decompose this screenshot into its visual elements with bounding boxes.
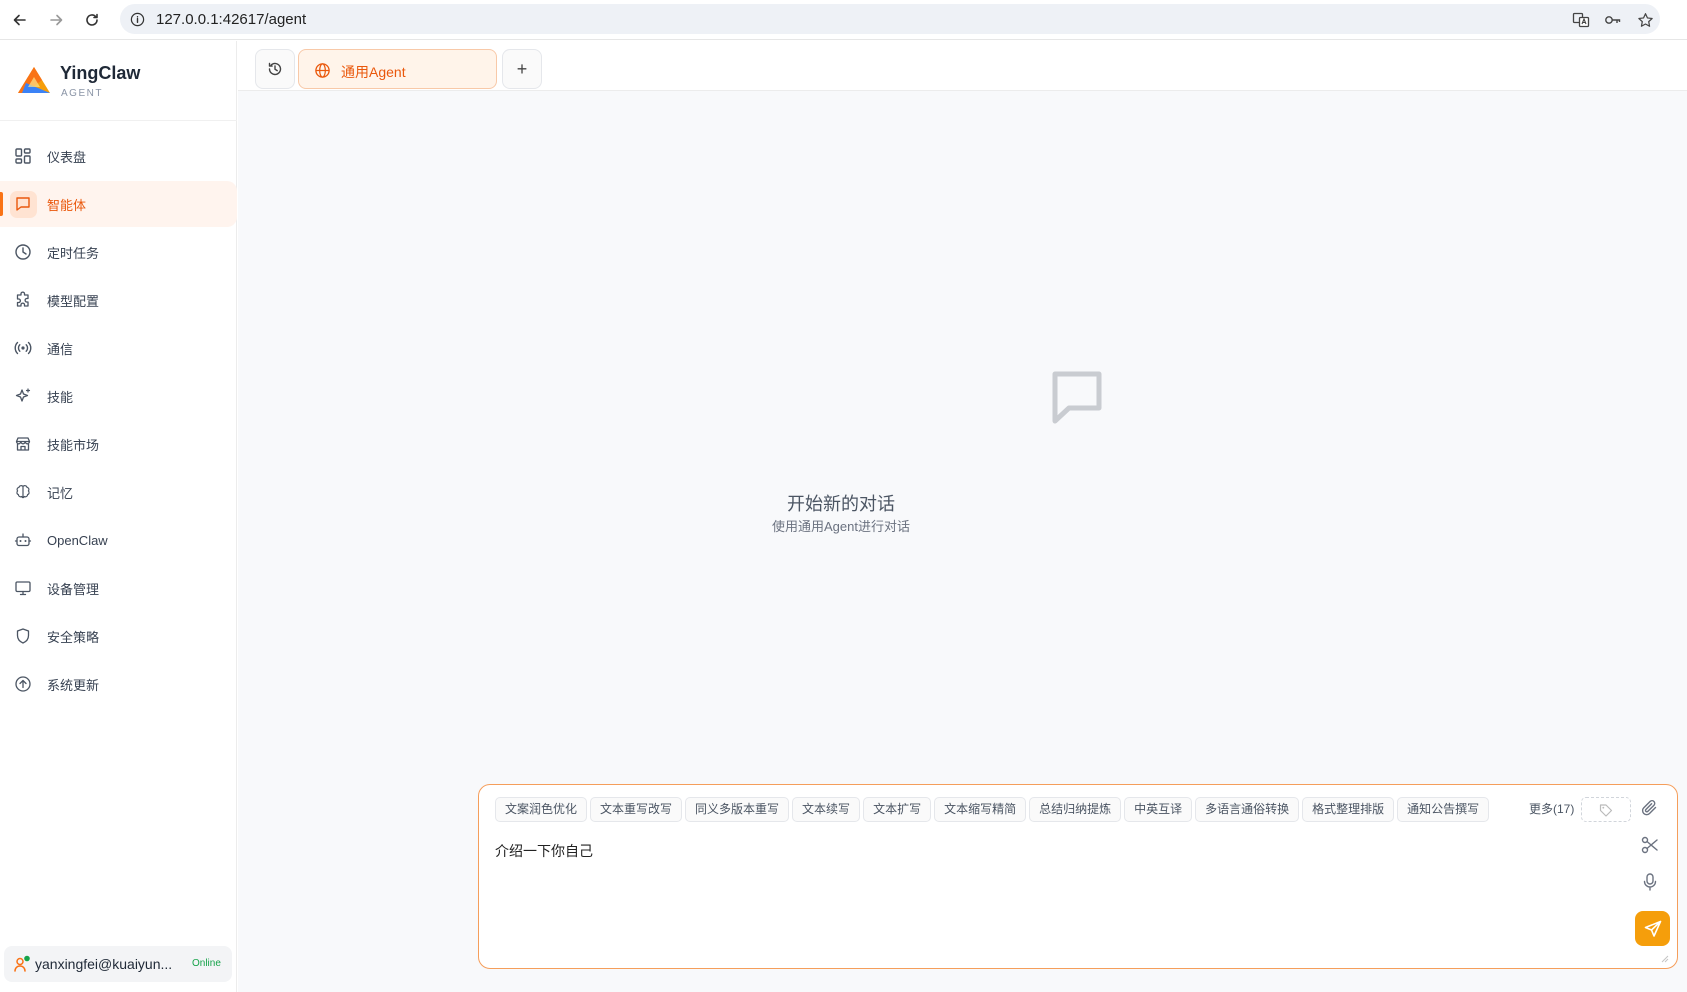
message-input[interactable]: 介绍一下你自己 xyxy=(495,841,593,861)
prompt-chip[interactable]: 总结归纳提炼 xyxy=(1029,797,1122,822)
prompt-chip[interactable]: 文本扩写 xyxy=(863,797,932,822)
brand-subtitle: AGENT xyxy=(61,88,103,99)
sidebar-item-scheduled-tasks[interactable]: 定时任务 xyxy=(0,229,237,275)
sidebar-item-label: 通信 xyxy=(47,341,74,357)
clock-icon xyxy=(13,242,33,262)
status-badge: Online xyxy=(192,958,221,969)
dashboard-icon xyxy=(13,146,33,166)
forward-button[interactable] xyxy=(44,8,68,32)
reload-icon xyxy=(86,13,98,26)
prompt-chip[interactable]: 文本续写 xyxy=(792,797,861,822)
tab-general-agent[interactable]: 通用Agent xyxy=(298,49,497,89)
sidebar-item-skills[interactable]: 技能 xyxy=(0,373,237,419)
chat-icon xyxy=(13,194,33,214)
arrow-right-icon xyxy=(50,14,63,26)
translate-icon[interactable] xyxy=(1572,11,1590,29)
sidebar-item-label: 仪表盘 xyxy=(47,149,87,165)
sidebar-item-label: 模型配置 xyxy=(47,293,100,309)
sidebar-item-label: 技能市场 xyxy=(47,437,100,453)
bookmark-star-icon[interactable] xyxy=(1636,11,1654,29)
url-text[interactable]: 127.0.0.1:42617/agent xyxy=(156,11,306,28)
sidebar-item-system-update[interactable]: 系统更新 xyxy=(0,661,237,707)
prompt-chip[interactable]: 格式整理排版 xyxy=(1302,797,1395,822)
sparkle-icon xyxy=(13,386,33,406)
tag-icon xyxy=(1599,803,1613,817)
user-online-icon xyxy=(14,955,30,972)
sidebar-item-dashboard[interactable]: 仪表盘 xyxy=(0,133,237,179)
attach-button[interactable] xyxy=(1639,797,1661,819)
send-button[interactable] xyxy=(1635,911,1670,946)
brand-name: YingClaw xyxy=(60,63,141,83)
broadcast-icon xyxy=(13,338,33,358)
tab-label: 通用Agent xyxy=(341,64,406,80)
empty-state-subtitle: 使用通用Agent进行对话 xyxy=(772,519,910,534)
sidebar: YingClaw AGENT 仪表盘 智能体 定时任务 模型配置 通信 技能 技… xyxy=(0,41,237,992)
address-bar[interactable]: 127.0.0.1:42617/agent xyxy=(120,4,1660,34)
empty-state-title: 开始新的对话 xyxy=(787,494,895,514)
sidebar-item-communication[interactable]: 通信 xyxy=(0,325,237,371)
screenshot-button[interactable] xyxy=(1639,834,1661,856)
site-info-icon[interactable] xyxy=(129,11,145,27)
yingclaw-logo-icon xyxy=(18,67,50,93)
plus-icon: + xyxy=(516,59,528,79)
sidebar-item-openclaw[interactable]: OpenClaw xyxy=(0,517,237,563)
reload-button[interactable] xyxy=(80,8,104,32)
sidebar-item-label: 智能体 xyxy=(47,197,87,213)
arrow-left-icon xyxy=(13,14,26,26)
sidebar-item-agent[interactable]: 智能体 xyxy=(0,181,237,227)
sidebar-item-label: 设备管理 xyxy=(47,581,100,597)
prompt-chip[interactable]: 文本缩写精简 xyxy=(934,797,1027,822)
puzzle-icon xyxy=(13,290,33,310)
more-prompts-button[interactable]: 更多(17) xyxy=(1525,797,1579,822)
scissors-icon xyxy=(1641,836,1658,854)
prompt-chip[interactable]: 同义多版本重写 xyxy=(685,797,790,822)
send-icon xyxy=(1644,920,1661,937)
back-button[interactable] xyxy=(8,8,32,32)
prompt-chip[interactable]: 文案润色优化 xyxy=(495,797,588,822)
voice-input-button[interactable] xyxy=(1639,871,1661,893)
prompt-chip[interactable]: 通知公告撰写 xyxy=(1397,797,1490,822)
sidebar-item-memory[interactable]: 记忆 xyxy=(0,469,237,515)
add-tab-button[interactable]: + xyxy=(502,49,542,89)
password-key-icon[interactable] xyxy=(1604,11,1622,29)
prompt-chip[interactable]: 中英互译 xyxy=(1124,797,1193,822)
history-icon xyxy=(268,62,282,76)
user-email: yanxingfei@kuaiyun... xyxy=(35,956,173,972)
sidebar-item-label: 记忆 xyxy=(47,485,74,501)
message-composer: 文案润色优化 文本重写改写 同义多版本重写 文本续写 文本扩写 文本缩写精简 总结归纳提炼中… xyxy=(478,784,1678,969)
prompt-chip[interactable]: 文本重写改写 xyxy=(590,797,683,822)
paperclip-icon xyxy=(1641,800,1657,816)
sidebar-item-label: 安全策略 xyxy=(47,629,100,645)
browser-toolbar: 127.0.0.1:42617/agent xyxy=(0,0,1687,40)
prompt-chips: 文案润色优化 文本重写改写 同义多版本重写 文本续写 文本扩写 文本缩写精简 总结归纳提炼中… xyxy=(495,797,1625,823)
globe-icon xyxy=(313,61,331,79)
chat-bubble-icon xyxy=(1052,371,1102,424)
sidebar-item-model-config[interactable]: 模型配置 xyxy=(0,277,237,323)
resize-handle-icon[interactable] xyxy=(1659,953,1669,963)
sidebar-item-label: OpenClaw xyxy=(47,532,108,548)
sidebar-item-label: 系统更新 xyxy=(47,677,100,693)
add-tag-button[interactable] xyxy=(1581,797,1631,822)
history-button[interactable] xyxy=(255,49,295,89)
sidebar-item-security-policy[interactable]: 安全策略 xyxy=(0,613,237,659)
microphone-icon xyxy=(1643,873,1657,891)
brain-icon xyxy=(13,482,33,502)
sidebar-item-skill-market[interactable]: 技能市场 xyxy=(0,421,237,467)
active-indicator xyxy=(0,192,3,216)
shield-icon xyxy=(13,626,33,646)
brand-header: YingClaw AGENT xyxy=(0,41,237,121)
upload-icon xyxy=(13,674,33,694)
sidebar-item-label: 技能 xyxy=(47,389,74,405)
tab-bar: 通用Agent + xyxy=(238,41,1687,91)
robot-icon xyxy=(13,530,33,550)
user-account[interactable]: yanxingfei@kuaiyun... Online xyxy=(4,946,232,982)
sidebar-item-device-management[interactable]: 设备管理 xyxy=(0,565,237,611)
prompt-chip[interactable]: 多语言通俗转换 xyxy=(1195,797,1300,822)
monitor-icon xyxy=(13,578,33,598)
sidebar-item-label: 定时任务 xyxy=(47,245,100,261)
store-icon xyxy=(13,434,33,454)
